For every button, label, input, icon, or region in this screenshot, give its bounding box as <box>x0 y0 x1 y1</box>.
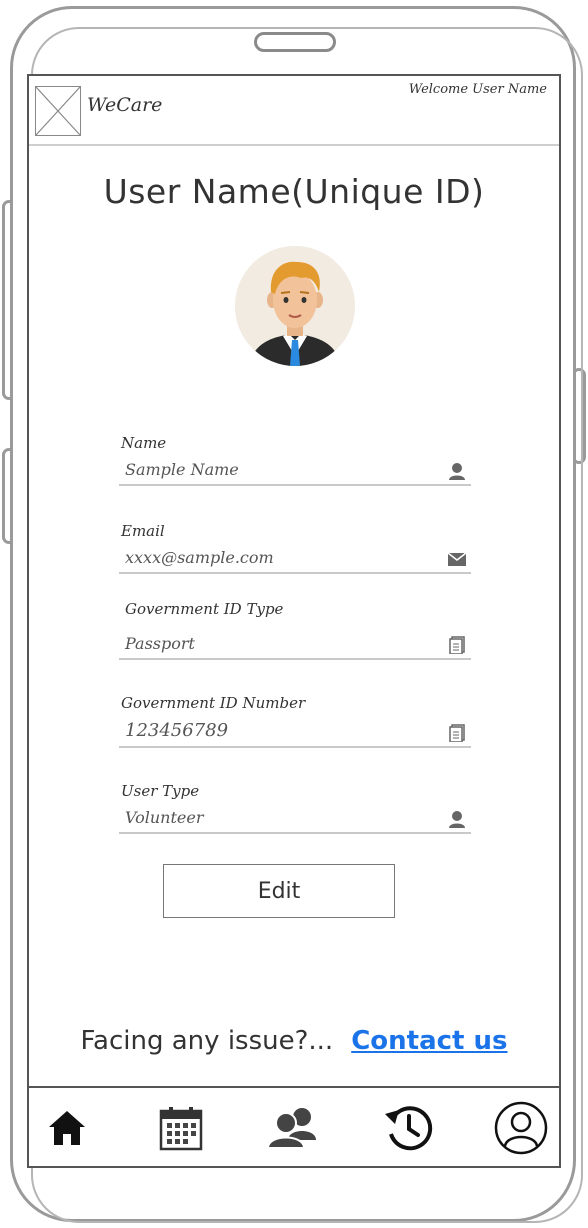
app-header: WeCare Welcome User Name <box>29 76 559 146</box>
home-icon <box>49 1111 85 1145</box>
document-icon <box>447 636 467 654</box>
field-label: Government ID Type <box>125 600 284 618</box>
field-label: Name <box>121 434 167 452</box>
nav-home[interactable] <box>37 1098 97 1158</box>
document-icon <box>447 724 467 742</box>
name-input[interactable]: Sample Name <box>119 456 471 486</box>
envelope-icon <box>447 550 467 568</box>
email-input[interactable]: xxxx@sample.com <box>119 544 471 574</box>
nav-profile[interactable] <box>491 1098 551 1158</box>
email-field: Email xxxx@sample.com <box>119 522 471 574</box>
app-screen: WeCare Welcome User Name User Name(Uniqu… <box>27 74 561 1168</box>
help-line: Facing any issue?... Contact us <box>29 1026 559 1056</box>
government-id-type-field: Government ID Type Passport <box>119 600 471 660</box>
field-value: Sample Name <box>125 460 239 479</box>
nav-community[interactable] <box>264 1098 324 1158</box>
government-id-number-input[interactable]: 123456789 <box>119 718 471 748</box>
welcome-text: Welcome User Name <box>408 82 547 97</box>
government-id-type-input[interactable]: Passport <box>119 630 471 660</box>
nav-calendar[interactable] <box>151 1098 211 1158</box>
user-avatar[interactable] <box>235 246 355 366</box>
history-icon <box>384 1106 432 1151</box>
help-question: Facing any issue?... <box>80 1026 334 1056</box>
user-icon <box>447 462 467 480</box>
app-name: WeCare <box>87 94 163 116</box>
field-value: xxxx@sample.com <box>125 548 274 567</box>
contact-us-link[interactable]: Contact us <box>351 1026 507 1056</box>
field-value: Passport <box>125 634 195 653</box>
field-label: Government ID Number <box>121 694 306 712</box>
field-label: Email <box>121 522 165 540</box>
user-type-field: User Type Volunteer <box>119 782 471 834</box>
bottom-nav <box>29 1086 559 1166</box>
field-label: User Type <box>121 782 200 800</box>
field-value: 123456789 <box>125 720 229 741</box>
user-type-input[interactable]: Volunteer <box>119 804 471 834</box>
group-icon <box>266 1108 316 1149</box>
user-icon <box>447 810 467 828</box>
page-title: User Name(Unique ID) <box>103 172 485 211</box>
edit-button[interactable]: Edit <box>163 864 395 918</box>
field-value: Volunteer <box>125 808 204 827</box>
logo-image-placeholder <box>35 86 81 136</box>
government-id-number-field: Government ID Number 123456789 <box>119 694 471 748</box>
name-field: Name Sample Name <box>119 434 471 486</box>
calendar-icon <box>159 1107 202 1151</box>
profile-icon <box>494 1101 548 1155</box>
phone-speaker <box>254 32 336 52</box>
nav-history[interactable] <box>378 1098 438 1158</box>
